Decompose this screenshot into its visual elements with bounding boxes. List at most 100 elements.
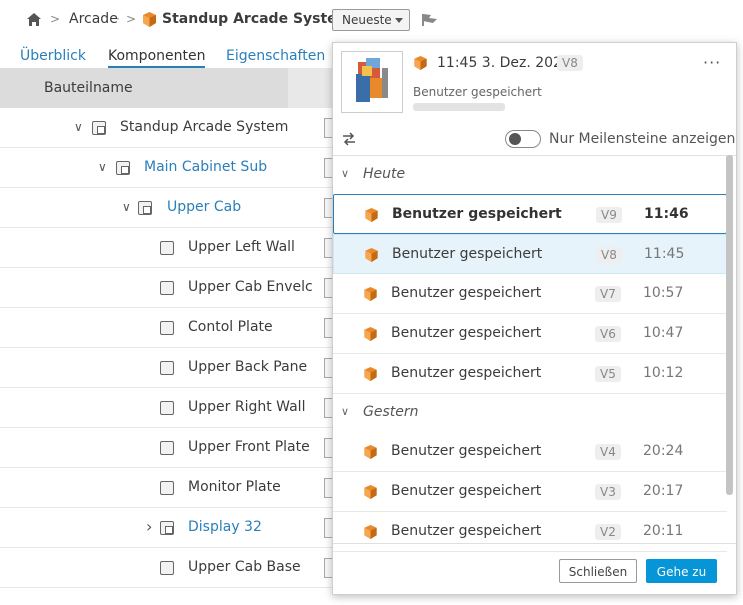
home-icon[interactable]: [26, 12, 42, 27]
tree-row-label: Upper Cab Base: [188, 559, 301, 575]
part-icon: [160, 281, 174, 295]
tree-row-label[interactable]: Upper Cab: [167, 199, 241, 215]
version-description: Benutzer gespeichert: [391, 325, 542, 341]
tree-row-label: Contol Plate: [188, 319, 273, 335]
version-dropdown-label: Neueste: [342, 13, 392, 27]
tree-row[interactable]: › Display 32: [0, 508, 332, 548]
version-group-label: Heute: [363, 166, 406, 182]
close-button[interactable]: Schließen: [559, 559, 637, 583]
tree-row[interactable]: Upper Right Wall: [0, 388, 332, 428]
version-row[interactable]: Benutzer gespeichert V8 11:45: [333, 234, 727, 274]
version-row[interactable]: Benutzer gespeichert V2 20:11: [333, 512, 727, 552]
assembly-icon: [160, 521, 174, 535]
tree-row[interactable]: Upper Front Plate: [0, 428, 332, 468]
version-row[interactable]: Benutzer gespeichert V9 11:46: [333, 194, 727, 234]
breadcrumb-current: Standup Arcade System: [162, 11, 352, 27]
tree-row[interactable]: Upper Cab Envelc: [0, 268, 332, 308]
tree-row-label: Monitor Plate: [188, 479, 281, 495]
assembly-icon: [116, 161, 130, 175]
version-cube-icon: [414, 55, 427, 71]
tree-row[interactable]: ∨ Upper Cab: [0, 188, 332, 228]
chevron-right-icon[interactable]: ›: [146, 517, 152, 536]
row-thumbnail-edge: [324, 518, 332, 538]
version-group-header[interactable]: ∨ Gestern: [333, 394, 736, 432]
version-time: 10:47: [643, 325, 684, 341]
version-group-header[interactable]: ∨ Heute: [333, 156, 736, 194]
row-thumbnail-edge: [324, 478, 332, 498]
row-thumbnail-edge: [324, 558, 332, 578]
current-version-time: 11:45 3. Dez. 2021: [437, 55, 571, 71]
chevron-down-icon[interactable]: ∨: [74, 120, 83, 134]
tree-row[interactable]: Upper Left Wall: [0, 228, 332, 268]
model-thumbnail: [341, 51, 403, 113]
version-time: 10:12: [643, 365, 684, 381]
tree-row-label[interactable]: Display 32: [188, 519, 262, 535]
top-bar: > Arcade · > Standup Arcade System Neues…: [0, 0, 743, 40]
tab-overview[interactable]: Überblick: [20, 48, 86, 64]
version-row[interactable]: Benutzer gespeichert V7 10:57: [333, 274, 727, 314]
version-time: 20:24: [643, 443, 684, 459]
tree-row[interactable]: Monitor Plate: [0, 468, 332, 508]
version-badge: V9: [596, 207, 622, 223]
breadcrumb-item-arcade[interactable]: Arcade: [69, 11, 118, 27]
version-description: Benutzer gespeichert: [391, 285, 542, 301]
version-description: Benutzer gespeichert: [392, 246, 543, 262]
version-badge: V7: [595, 286, 621, 302]
row-thumbnail-edge: [324, 278, 332, 298]
tree-row-label: Upper Back Pane: [188, 359, 308, 375]
chevron-down-icon: [395, 18, 403, 23]
assembly-cube-icon: [143, 12, 156, 27]
assembly-icon: [92, 121, 106, 135]
version-cube-icon: [363, 524, 378, 544]
tree-row[interactable]: ∨ Standup Arcade System: [0, 108, 332, 148]
more-options-icon[interactable]: ···: [703, 53, 721, 72]
version-badge: V6: [595, 326, 621, 342]
version-description: Benutzer gespeichert: [391, 365, 542, 381]
author-name-blurred: [413, 103, 505, 111]
breadcrumb-separator-icon: ·: [116, 12, 120, 26]
chevron-down-icon[interactable]: ∨: [122, 200, 131, 214]
row-thumbnail-edge: [324, 118, 332, 138]
version-row[interactable]: Benutzer gespeichert V6 10:47: [333, 314, 727, 354]
tree-row-label: Upper Front Plate: [188, 439, 310, 455]
version-time: 11:45: [644, 246, 685, 262]
version-description: Benutzer gespeichert: [392, 206, 562, 222]
row-thumbnail-edge: [324, 238, 332, 258]
version-cube-icon: [363, 326, 378, 346]
toggle-knob: [509, 133, 521, 145]
version-description: Benutzer gespeichert: [391, 483, 542, 499]
version-time: 20:17: [643, 483, 684, 499]
tab-properties[interactable]: Eigenschaften: [226, 48, 325, 64]
version-cube-icon: [363, 366, 378, 386]
milestone-flag-icon[interactable]: [421, 13, 439, 27]
version-history-popup: 11:45 3. Dez. 2021 V8 ··· Benutzer gespe…: [332, 42, 737, 595]
version-time: 11:46: [644, 206, 689, 222]
tree-row[interactable]: Contol Plate: [0, 308, 332, 348]
tree-row[interactable]: Upper Cab Base: [0, 548, 332, 588]
goto-button[interactable]: Gehe zu: [646, 559, 717, 583]
tree-row-label: Standup Arcade System: [120, 119, 289, 135]
tree-row[interactable]: ∨ Main Cabinet Sub: [0, 148, 332, 188]
milestone-toggle[interactable]: [505, 130, 541, 148]
scrollbar[interactable]: [726, 155, 733, 495]
version-dropdown[interactable]: Neueste: [332, 9, 410, 31]
tab-components[interactable]: Komponenten: [108, 48, 206, 68]
column-header-extra: [288, 68, 332, 108]
compare-arrows-icon[interactable]: [341, 131, 357, 147]
tree-row-label[interactable]: Main Cabinet Sub: [144, 159, 267, 175]
row-thumbnail-edge: [324, 398, 332, 418]
version-row[interactable]: Benutzer gespeichert V4 20:24: [333, 432, 727, 472]
current-version-status: Benutzer gespeichert: [413, 85, 542, 99]
version-row[interactable]: Benutzer gespeichert V5 10:12: [333, 354, 727, 394]
part-icon: [160, 481, 174, 495]
column-header-part-name[interactable]: Bauteilname: [44, 80, 133, 96]
breadcrumb-separator-icon: >: [50, 12, 61, 26]
row-thumbnail-edge: [324, 158, 332, 178]
row-thumbnail-edge: [324, 198, 332, 218]
tree-row[interactable]: Upper Back Pane: [0, 348, 332, 388]
row-thumbnail-edge: [324, 438, 332, 458]
chevron-down-icon: ∨: [341, 405, 350, 418]
version-badge: V8: [596, 247, 622, 263]
chevron-down-icon[interactable]: ∨: [98, 160, 107, 174]
version-row[interactable]: Benutzer gespeichert V3 20:17: [333, 472, 727, 512]
